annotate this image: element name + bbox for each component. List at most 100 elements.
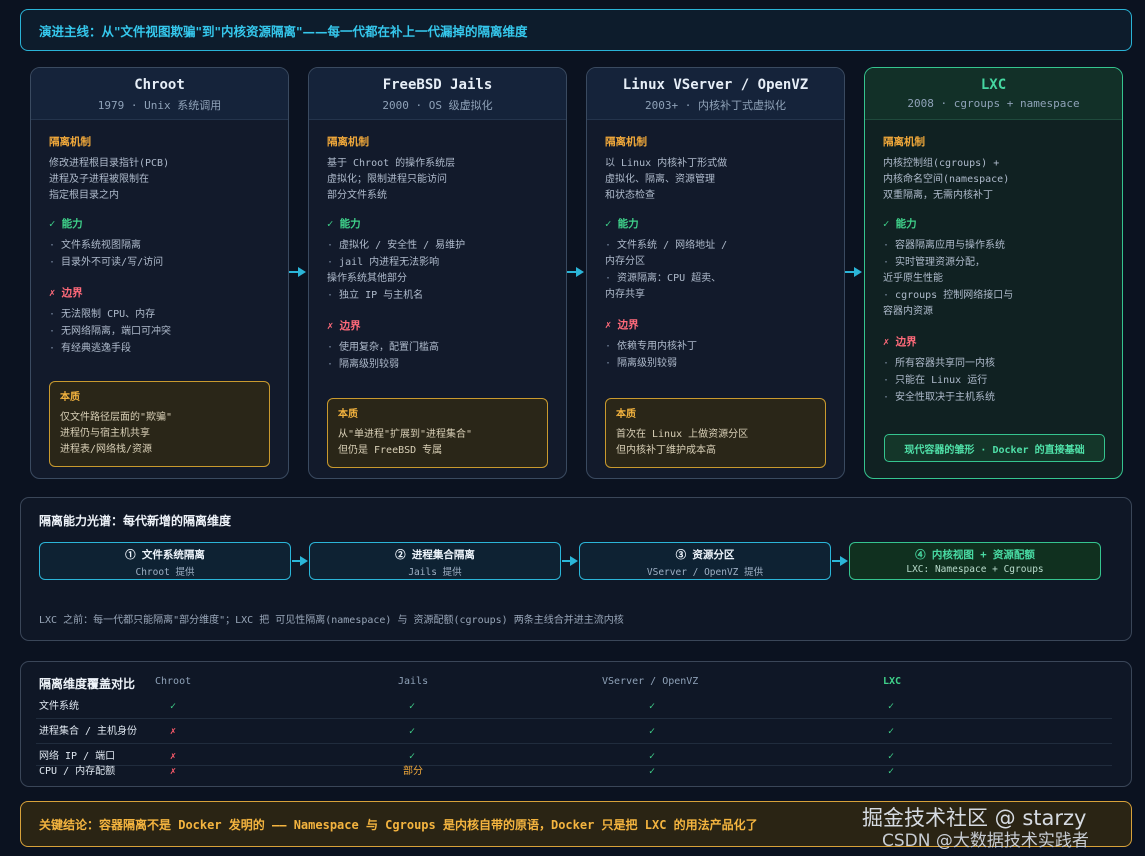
limit-item: 隔离级别较弱 [605,356,826,372]
essence-text: 首次在 Linux 上做资源分区 但内核补丁维护成本高 [616,429,749,456]
limit-item: 安全性取决于主机系统 [883,390,1104,406]
mechanism-text: 内核控制组(cgroups) + 内核命名空间(namespace) 双重隔离，… [883,158,1010,201]
coverage-cell: ✗ [170,766,177,777]
card-subtitle: 1979 · Unix 系统调用 [97,99,222,112]
ability-item: jail 内进程无法影响 操作系统其他部分 [327,255,548,287]
col-header-lxc: LXC [883,676,902,687]
row-label: 网络 IP / 端口 [39,751,116,762]
ability-heading: ✓ 能力 [605,218,639,230]
col-header-jails: Jails [398,676,429,687]
mechanism-text: 修改进程根目录指针(PCB) 进程及子进程被限制在 指定根目录之内 [49,158,170,201]
spectrum-title: 隔离能力光谱：每代新增的隔离维度 [39,514,232,528]
mechanism-heading: 隔离机制 [49,136,91,148]
limit-item: 有经典逃逸手段 [49,341,270,357]
card-body: 隔离机制 内核控制组(cgroups) + 内核命名空间(namespace) 双… [865,120,1122,406]
coverage-cell: ✓ [170,701,177,712]
limit-heading: ✗ 边界 [883,336,917,348]
mechanism-heading: 隔离机制 [327,136,369,148]
ability-item: 实时管理资源分配， 近乎原生性能 [883,255,1104,287]
row-divider [36,743,1112,744]
card-subtitle: 2000 · OS 级虚拟化 [382,99,493,112]
watermark-csdn: CSDN @大数据技术实践者 [882,831,1089,851]
card-subtitle: 2003+ · 内核补丁式虚拟化 [645,99,786,112]
era-card-linux-vserver-openvz: Linux VServer / OpenVZ 2003+ · 内核补丁式虚拟化隔离… [586,67,845,479]
arrow-right-icon [562,556,578,566]
card-header: Chroot 1979 · Unix 系统调用 [31,68,288,120]
step-title: ② 进程集合隔离 [395,549,475,561]
ability-item: 容器隔离应用与操作系统 [883,238,1104,254]
ability-item: 文件系统 / 网络地址 / 内存分区 [605,238,826,270]
limit-item: 使用复杂，配置门槛高 [327,340,548,356]
card-header: FreeBSD Jails 2000 · OS 级虚拟化 [309,68,566,120]
row-label: CPU / 内存配额 [39,766,116,777]
arrow-right-icon [292,556,308,566]
essence-title: 本质 [338,409,358,420]
arrow-right-icon [832,556,848,566]
ability-heading: ✓ 能力 [883,218,917,230]
arrow-right-icon [567,267,584,277]
col-header-chroot: Chroot [155,676,192,687]
mechanism-text: 基于 Chroot 的操作系统层 虚拟化；限制进程只能访问 部分文件系统 [327,158,456,201]
coverage-cell: 部分 [403,766,423,777]
col-header-vserver: VServer / OpenVZ [602,676,699,687]
essence-box: 本质 从"单进程"扩展到"进程集合" 但仍是 FreeBSD 专属 [327,398,548,468]
card-title: Linux VServer / OpenVZ [622,77,809,93]
coverage-cell: ✓ [888,751,895,762]
essence-text: 仅文件路径层面的"欺骗" 进程仍与宿主机共享 进程表/网络栈/资源 [60,412,173,455]
card-body: 隔离机制修改进程根目录指针(PCB) 进程及子进程被限制在 指定根目录之内 ✓ 能… [31,120,288,357]
coverage-title: 隔离维度覆盖对比 [39,677,136,691]
step-sub: Jails 提供 [408,567,462,578]
step-title: ③ 资源分区 [675,549,735,561]
spectrum-note: LXC 之前：每一代都只能隔离"部分维度"；LXC 把 可见性隔离(namesp… [39,615,624,626]
limit-item: 无法限制 CPU、内存 [49,307,270,323]
row-label: 进程集合 / 主机身份 [39,726,138,737]
evolution-banner: 演进主线：从"文件视图欺骗"到"内核资源隔离"——每一代都在补上一代漏掉的隔离维… [20,9,1132,51]
coverage-cell: ✓ [649,701,656,712]
essence-title: 本质 [616,409,636,420]
limit-heading: ✗ 边界 [605,319,639,331]
row-divider [36,765,1112,766]
step-sub: Chroot 提供 [135,567,195,578]
card-title: LXC [980,77,1007,93]
step-title: ① 文件系统隔离 [125,549,205,561]
essence-title: 本质 [60,392,80,403]
step-sub: LXC: Namespace + Cgroups [906,564,1044,575]
limit-item: 所有容器共享同一内核 [883,356,1104,372]
essence-box: 本质首次在 Linux 上做资源分区 但内核补丁维护成本高 [605,398,826,468]
arrow-right-icon [289,267,306,277]
spectrum-step-3: ③ 资源分区 VServer / OpenVZ 提供 [579,542,831,580]
coverage-cell: ✓ [888,766,895,777]
coverage-cell: ✓ [649,751,656,762]
limit-heading: ✗ 边界 [49,287,83,299]
ability-item: 目录外不可读/写/访问 [49,255,270,271]
essence-box: 本质仅文件路径层面的"欺骗" 进程仍与宿主机共享 进程表/网络栈/资源 [49,381,270,467]
coverage-cell: ✓ [649,766,656,777]
card-header: Linux VServer / OpenVZ 2003+ · 内核补丁式虚拟化 [587,68,844,120]
coverage-cell: ✓ [409,751,416,762]
coverage-cell: ✓ [409,726,416,737]
limit-heading: ✗ 边界 [327,320,361,332]
step-title: ④ 内核视图 + 资源配额 [915,549,1035,561]
limit-item: 只能在 Linux 运行 [883,373,1104,389]
era-card-freebsd-jails: FreeBSD Jails 2000 · OS 级虚拟化隔离机制基于 Chroot… [308,67,567,479]
ability-heading: ✓ 能力 [327,218,361,230]
ability-item: cgroups 控制网络接口与 容器内资源 [883,288,1104,320]
card-body: 隔离机制以 Linux 内核补丁形式做 虚拟化、隔离、资源管理 和状态检查 ✓ 能… [587,120,844,372]
limit-item: 隔离级别较弱 [327,357,548,373]
ability-item: 资源隔离：CPU 超卖、 内存共享 [605,271,826,303]
coverage-cell: ✗ [170,726,177,737]
mechanism-heading: 隔离机制 [605,136,647,148]
card-header: LXC 2008 · cgroups + namespace [865,68,1122,120]
row-label: 文件系统 [39,701,79,712]
limit-item: 依赖专用内核补丁 [605,339,826,355]
spectrum-step-2: ② 进程集合隔离 Jails 提供 [309,542,561,580]
era-card-chroot: Chroot 1979 · Unix 系统调用隔离机制修改进程根目录指针(PCB)… [30,67,289,479]
card-body: 隔离机制基于 Chroot 的操作系统层 虚拟化；限制进程只能访问 部分文件系统… [309,120,566,373]
lxc-footer-badge: 现代容器的雏形 · Docker 的直接基础 [884,434,1105,462]
ability-item: 独立 IP 与主机名 [327,288,548,304]
step-sub: VServer / OpenVZ 提供 [646,567,764,578]
coverage-cell: ✗ [170,751,177,762]
coverage-cell: ✓ [649,726,656,737]
row-divider [36,718,1112,719]
ability-heading: ✓ 能力 [49,218,83,230]
